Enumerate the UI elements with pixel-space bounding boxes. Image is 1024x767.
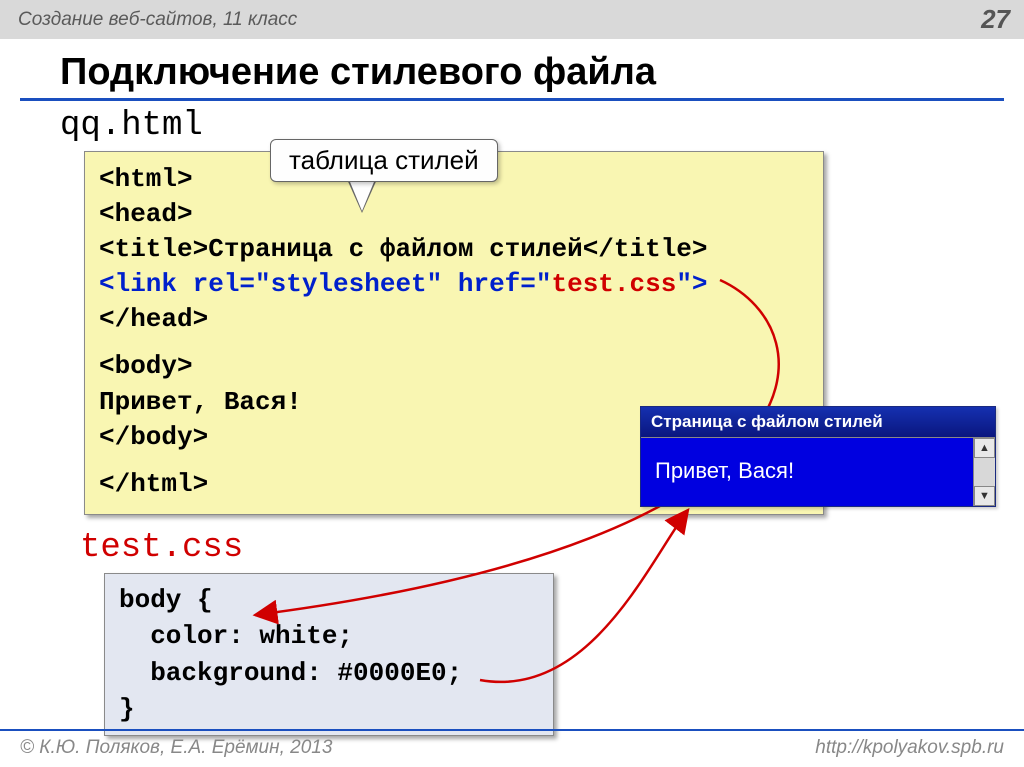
code-block-css: body { color: white; background: #0000E0…	[104, 573, 554, 737]
slide-title: Подключение стилевого файла	[20, 39, 1004, 101]
code-line: body {	[119, 582, 539, 618]
filename-css: test.css	[80, 529, 1024, 567]
code-line: </head>	[99, 302, 809, 337]
browser-body: Привет, Вася!	[641, 438, 973, 506]
slide-footer: © К.Ю. Поляков, Е.А. Ерёмин, 2013 http:/…	[0, 729, 1024, 767]
page-number: 27	[981, 4, 1010, 35]
callout-label: таблица стилей	[270, 139, 498, 182]
header-left: Создание веб-сайтов, 11 класс	[18, 9, 297, 31]
code-line: <title>Страница с файлом стилей</title>	[99, 232, 809, 267]
scroll-up-icon[interactable]: ▲	[974, 438, 995, 458]
browser-scrollbar[interactable]: ▲ ▼	[973, 438, 995, 506]
footer-url: http://kpolyakov.spb.ru	[815, 737, 1004, 759]
footer-copyright: © К.Ю. Поляков, Е.А. Ерёмин, 2013	[20, 737, 332, 759]
code-line: <body>	[99, 349, 809, 384]
code-line: background: #0000E0;	[119, 655, 539, 691]
code-line-link: <link rel="stylesheet" href="test.css">	[99, 267, 809, 302]
browser-titlebar: Страница с файлом стилей	[641, 407, 995, 437]
slide-header: Создание веб-сайтов, 11 класс 27	[0, 0, 1024, 39]
code-line: <head>	[99, 197, 809, 232]
scroll-down-icon[interactable]: ▼	[974, 486, 995, 506]
browser-window: Страница с файлом стилей Привет, Вася! ▲…	[640, 406, 996, 507]
filename-html: qq.html	[60, 107, 1024, 145]
code-line: }	[119, 691, 539, 727]
code-line: color: white;	[119, 618, 539, 654]
callout-pointer	[348, 177, 376, 211]
